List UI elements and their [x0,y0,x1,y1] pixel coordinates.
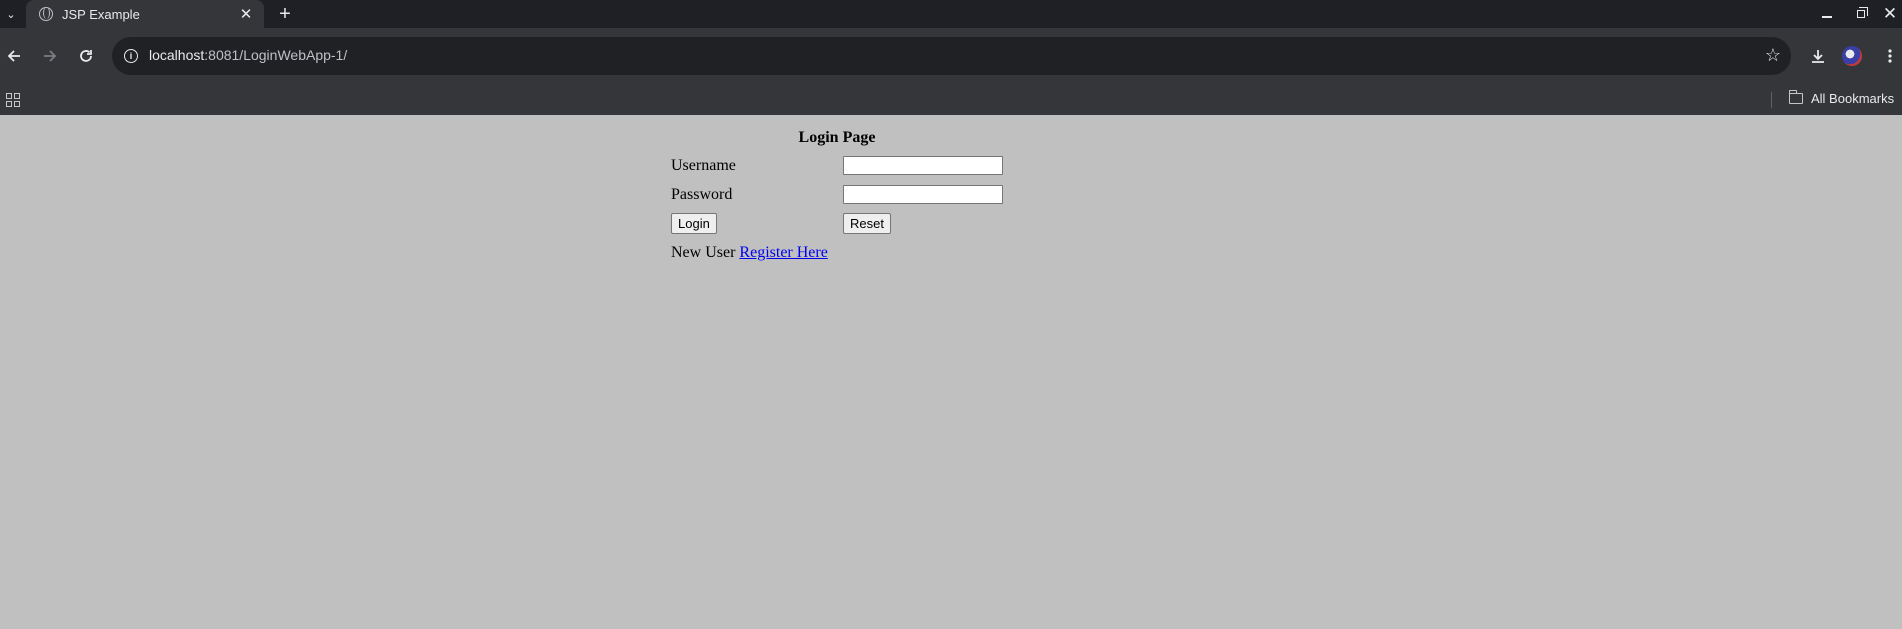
password-input[interactable] [843,185,1003,204]
username-input[interactable] [843,156,1003,175]
reload-icon [80,50,92,62]
bookmarks-bar: All Bookmarks [0,84,1902,115]
page-title: Login Page [798,129,876,146]
new-tab-button[interactable]: + [274,3,296,25]
register-row: New User Register Here [670,239,1004,266]
forward-button[interactable] [36,42,64,70]
reload-button[interactable] [72,42,100,70]
close-window-button[interactable]: ✕ [1878,0,1902,28]
downloads-button[interactable] [1804,42,1832,70]
url-text[interactable]: localhost:8081/LoginWebApp-1/ [149,47,347,63]
tab-search-chevron-icon[interactable]: ⌄ [2,4,20,24]
url-host: localhost [149,47,205,63]
login-button[interactable]: Login [671,213,717,234]
username-label: Username [671,156,736,174]
info-icon: i [124,49,138,63]
menu-button[interactable] [1876,42,1902,70]
restore-icon [1857,7,1868,18]
active-tab[interactable]: JSP Example ✕ [26,0,264,28]
restore-button[interactable] [1846,0,1876,28]
tab-strip: ⌄ JSP Example ✕ + ✕ [0,0,1902,28]
tab-title: JSP Example [62,6,140,22]
password-label: Password [671,185,733,203]
all-bookmarks-button[interactable]: All Bookmarks [1788,90,1895,106]
bookmarks-separator [1771,92,1772,108]
minimize-button[interactable] [1812,0,1842,28]
site-info-button[interactable]: i [121,46,141,66]
reset-button[interactable]: Reset [843,213,891,234]
profile-avatar[interactable] [1842,46,1862,66]
download-icon [1812,50,1824,63]
new-user-text: New User [671,243,736,261]
tab-close-icon[interactable]: ✕ [238,5,254,23]
browser-toolbar: i localhost:8081/LoginWebApp-1/ ☆ [0,28,1902,84]
address-bar[interactable]: i localhost:8081/LoginWebApp-1/ ☆ [112,37,1791,75]
globe-icon [39,7,53,21]
register-link[interactable]: Register Here [739,244,827,261]
login-form-table: Login Page Username Password Login Reset… [668,124,1006,268]
apps-grid-icon[interactable] [6,93,20,107]
minimize-icon [1822,16,1832,18]
url-path: :8081/LoginWebApp-1/ [204,47,348,63]
close-icon: ✕ [1882,4,1898,23]
all-bookmarks-label: All Bookmarks [1811,91,1895,106]
back-button[interactable] [0,42,28,70]
forward-arrow-icon [44,50,57,62]
bookmark-star-icon[interactable]: ☆ [1765,45,1781,66]
page-viewport: Login Page Username Password Login Reset… [0,115,1902,629]
back-arrow-icon [7,50,20,62]
more-vert-icon [1888,49,1892,63]
folder-icon [1788,90,1803,104]
